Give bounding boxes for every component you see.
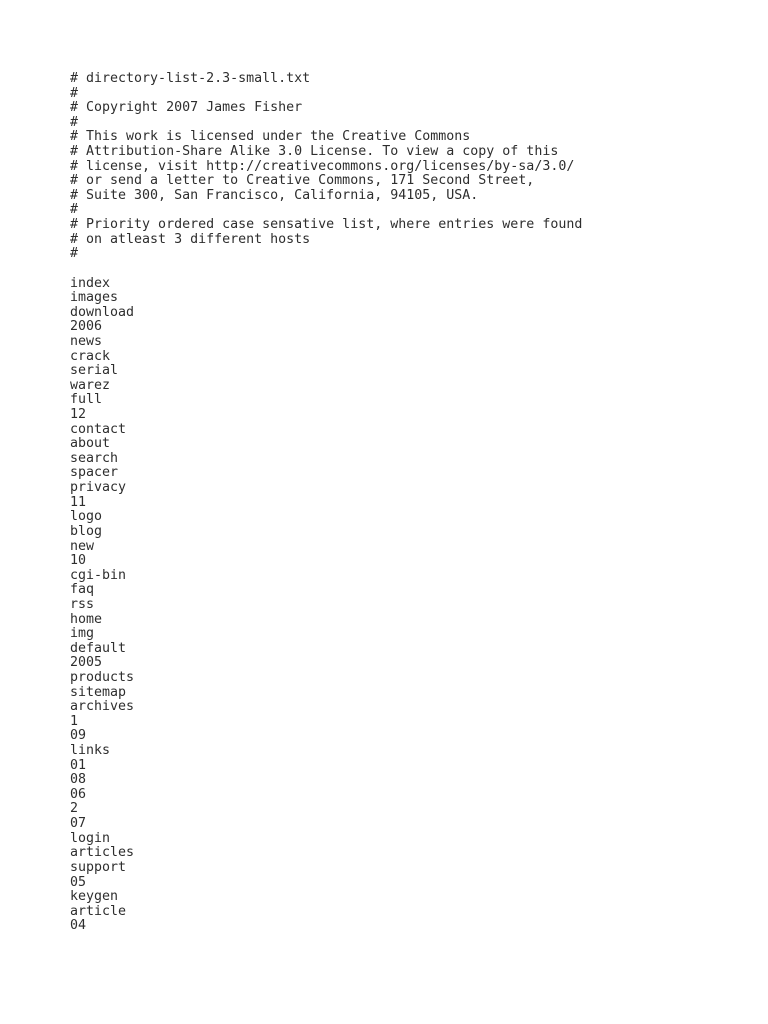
comment-line: # or send a letter to Creative Commons, … [70, 173, 535, 189]
wordlist-entry: contact [70, 421, 127, 437]
wordlist-entry: serial [70, 363, 119, 379]
wordlist-entry: faq [70, 582, 95, 598]
wordlist-entry: search [70, 450, 119, 466]
wordlist-entry: new [70, 538, 95, 554]
wordlist-entry: 10 [70, 553, 87, 569]
blank-separator-line [70, 262, 730, 277]
wordlist-entry: crack [70, 348, 111, 364]
comment-line: # Copyright 2007 James Fisher [70, 100, 303, 116]
wordlist-entry: 08 [70, 772, 87, 788]
comment-line: # directory-list-2.3-small.txt [70, 71, 311, 86]
comment-line: # on atleast 3 different hosts [70, 231, 311, 247]
wordlist-entry: default [70, 640, 127, 656]
file-header-comments: # directory-list-2.3-small.txt # # Copyrig… [70, 71, 730, 262]
wordlist-entry: download [70, 304, 135, 320]
wordlist-entry: blog [70, 523, 103, 539]
comment-line: # Suite 300, San Francisco, California, … [70, 187, 479, 203]
wordlist-entry: login [70, 830, 111, 846]
wordlist-entry: links [70, 743, 111, 759]
wordlist-entry: rss [70, 596, 95, 612]
comment-line: # [70, 114, 79, 130]
wordlist-entry: articles [70, 845, 135, 861]
wordlist-entry: img [70, 626, 95, 642]
comment-line: # [70, 85, 79, 101]
wordlist-entry: 05 [70, 874, 87, 890]
comment-line: # license, visit http://creativecommons.… [70, 158, 575, 174]
wordlist-entry: 09 [70, 728, 87, 744]
wordlist-entry: images [70, 290, 119, 306]
wordlist-entry: 2 [70, 801, 79, 817]
file-text-content[interactable]: # directory-list-2.3-small.txt # # Copyrig… [70, 71, 730, 934]
wordlist-entry: article [70, 903, 127, 919]
wordlist-entry: 11 [70, 494, 87, 510]
wordlist-entry: full [70, 392, 103, 408]
wordlist-entry: keygen [70, 889, 119, 905]
wordlist-entry: 07 [70, 816, 87, 832]
comment-line: # [70, 202, 79, 218]
wordlist-entry: news [70, 333, 103, 349]
wordlist-entry: privacy [70, 480, 127, 496]
wordlist-entry: products [70, 669, 135, 685]
wordlist-entry: logo [70, 509, 103, 525]
wordlist-entry: 06 [70, 786, 87, 802]
wordlist-entry: 01 [70, 757, 87, 773]
wordlist-entry: support [70, 859, 127, 875]
wordlist-entry: 2006 [70, 319, 103, 335]
wordlist-entry: 1 [70, 713, 79, 729]
wordlist-entry: cgi-bin [70, 567, 127, 583]
comment-line: # Priority ordered case sensative list, … [70, 217, 583, 233]
wordlist-entry: 12 [70, 407, 87, 423]
wordlist-entry: home [70, 611, 103, 627]
document-page: # directory-list-2.3-small.txt # # Copyrig… [0, 0, 768, 1024]
wordlist-entry: sitemap [70, 684, 127, 700]
wordlist-entry: about [70, 436, 111, 452]
wordlist-entries: index images download 2006 news crack serial wa… [70, 275, 730, 934]
wordlist-entry: warez [70, 377, 111, 393]
comment-line: # This work is licensed under the Creati… [70, 129, 471, 145]
wordlist-entry: index [70, 275, 111, 291]
wordlist-entry: spacer [70, 465, 119, 481]
wordlist-entry: 2005 [70, 655, 103, 671]
wordlist-entry: 04 [70, 918, 87, 934]
wordlist-entry: archives [70, 699, 135, 715]
comment-line: # [70, 246, 79, 262]
comment-line: # Attribution-Share Alike 3.0 License. T… [70, 144, 559, 160]
